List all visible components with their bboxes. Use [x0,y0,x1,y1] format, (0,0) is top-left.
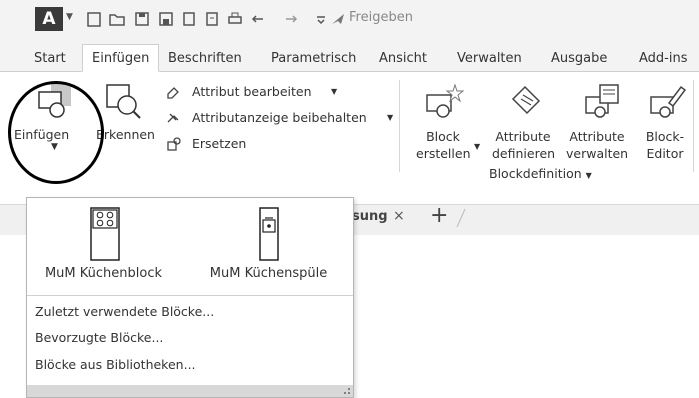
insert-block-dropdown: MuM Küchenblock MuM Küchenspüle Zuletzt … [26,197,354,398]
create-block-dropdown-icon[interactable]: ▼ [474,142,480,151]
block-editor-label-line2[interactable]: Editor [640,146,690,161]
tab-divider-icon [456,208,466,228]
kitchen-sink-icon[interactable] [259,207,279,261]
manage-attributes-icon[interactable] [582,81,622,121]
tab-einfuegen[interactable]: Einfügen [82,44,160,72]
replace-button[interactable]: Ersetzen [192,136,246,151]
chevron-down-icon[interactable]: ▼ [66,12,73,22]
dropdown-footer [27,385,353,397]
edit-attribute-icon[interactable] [166,84,182,100]
edit-attribute-dropdown-icon[interactable]: ▼ [331,87,337,96]
kitchen-sink-label[interactable]: MuM Küchenspüle [191,266,346,281]
application-menu-button[interactable]: A [35,7,63,31]
favorite-blocks-item[interactable]: Bevorzugte Blöcke... [35,330,163,345]
tab-verwalten[interactable]: Verwalten [448,47,531,70]
customize-toolbar-icon[interactable] [312,10,330,28]
panel-divider [399,80,400,172]
library-blocks-item[interactable]: Blöcke aus Bibliotheken... [35,357,196,372]
dropdown-divider [27,295,353,296]
manage-attributes-label-line2[interactable]: verwalten [566,146,628,161]
recognize-icon[interactable] [103,81,143,121]
manage-attributes-label[interactable]: Attribute [566,129,628,144]
create-block-label-line2[interactable]: erstellen [416,146,471,161]
plot-icon[interactable] [203,10,221,28]
keep-attribute-dropdown-icon[interactable]: ▼ [387,113,393,122]
replace-icon[interactable] [166,136,182,152]
tab-ausgabe[interactable]: Ausgabe [542,47,616,70]
document-tab-label[interactable]: sung [352,209,388,224]
panel-title-blockdefinition[interactable]: Blockdefinition ▼ [489,166,592,181]
tab-parametrisch[interactable]: Parametrisch [262,47,365,70]
define-attributes-label-line2[interactable]: definieren [492,146,555,161]
undo-icon[interactable] [249,10,267,28]
resize-grip-icon[interactable] [343,387,351,395]
tab-start[interactable]: Start [25,47,75,70]
redo-icon[interactable] [282,10,300,28]
open-folder-icon[interactable] [108,10,126,28]
keep-attribute-display-icon[interactable] [166,110,182,126]
edit-attribute-button[interactable]: Attribut bearbeiten [192,84,312,99]
kitchen-block-label[interactable]: MuM Küchenblock [31,266,176,281]
recent-blocks-item[interactable]: Zuletzt verwendete Blöcke... [35,304,214,319]
close-tab-icon[interactable]: × [393,208,405,224]
print-icon[interactable] [226,10,244,28]
new-tab-plus-icon[interactable]: + [430,203,448,228]
block-editor-icon[interactable] [647,81,687,121]
panel-divider [693,80,694,172]
save-icon[interactable] [133,10,151,28]
tab-add-ins[interactable]: Add-ins [630,47,696,70]
keep-attribute-display-button[interactable]: Attributanzeige beibehalten [192,110,367,125]
tab-beschriften[interactable]: Beschriften [159,47,251,70]
new-file-icon[interactable] [85,10,103,28]
tab-ansicht[interactable]: Ansicht [370,47,436,70]
create-block-icon[interactable] [423,81,467,121]
recognize-button-label[interactable]: Erkennen [96,127,155,142]
kitchen-block-icon[interactable] [90,207,120,261]
save-as-icon[interactable] [157,10,175,28]
create-block-label[interactable]: Block [418,129,468,144]
share-label[interactable]: Freigeben [349,10,413,25]
define-attributes-label[interactable]: Attribute [492,129,554,144]
share-icon[interactable] [329,10,347,28]
highlight-circle [8,81,104,184]
define-attributes-icon[interactable] [505,81,545,121]
block-editor-label[interactable]: Block- [640,129,690,144]
publish-icon[interactable] [180,10,198,28]
